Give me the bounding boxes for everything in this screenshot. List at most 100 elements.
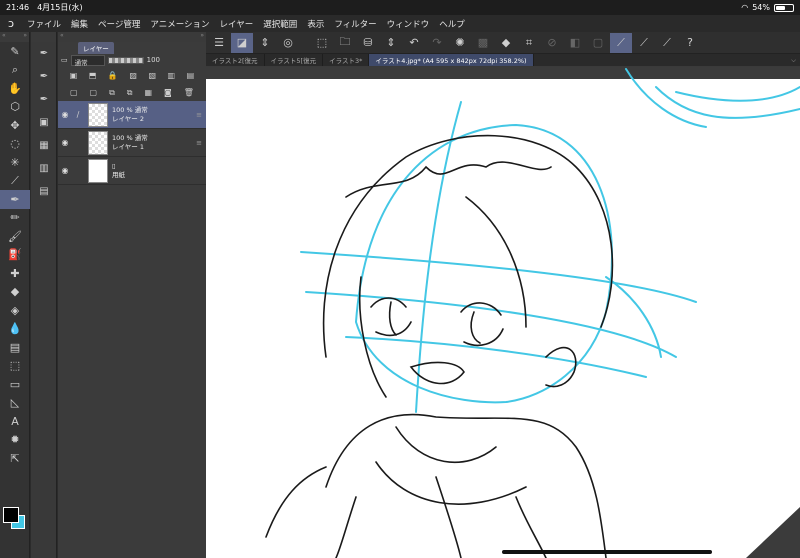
deselect-icon[interactable]: ⊘ bbox=[541, 33, 563, 53]
redo-icon[interactable]: ↷ bbox=[426, 33, 448, 53]
subtool-pen-c-icon[interactable]: ✒ bbox=[31, 88, 57, 111]
menu-page[interactable]: ページ管理 bbox=[93, 18, 145, 30]
doc-tab[interactable]: イラスト5[復元 bbox=[265, 54, 324, 66]
layer-color-icon[interactable]: ▭ bbox=[61, 56, 68, 64]
opacity-value[interactable]: 100 bbox=[147, 56, 160, 64]
balloon-icon[interactable]: ✹ bbox=[0, 431, 30, 450]
brush-icon[interactable]: 🖌 bbox=[0, 227, 30, 246]
frame-icon[interactable]: ⬚ bbox=[0, 357, 30, 376]
clip-icon[interactable]: ▣ bbox=[70, 71, 78, 80]
layer-row-1[interactable]: ◉ 100 % 通常 レイヤー 1 ≡ bbox=[58, 129, 206, 157]
menu-animation[interactable]: アニメーション bbox=[145, 18, 214, 30]
snap-ruler-icon[interactable]: ⟋ bbox=[633, 33, 655, 53]
undo-icon[interactable]: ↶ bbox=[403, 33, 425, 53]
help-icon[interactable]: ? bbox=[679, 33, 701, 53]
assets-icon[interactable]: ◎ bbox=[277, 33, 299, 53]
transfer-icon[interactable]: ⧉ bbox=[127, 88, 133, 98]
menu-layer[interactable]: レイヤー bbox=[215, 18, 259, 30]
layer-row-paper[interactable]: ◉ ▯ 用紙 bbox=[58, 157, 206, 185]
loading-icon[interactable]: ✺ bbox=[449, 33, 471, 53]
move-icon[interactable]: ✥ bbox=[0, 116, 30, 135]
lasso-icon[interactable]: ◌ bbox=[0, 135, 30, 154]
transform-icon[interactable]: ⌗ bbox=[518, 33, 540, 53]
menu-view[interactable]: 表示 bbox=[302, 18, 329, 30]
new-vector-icon[interactable]: ▢ bbox=[90, 88, 98, 97]
subtool-pen-a-icon[interactable]: ✒ bbox=[31, 42, 57, 65]
hamburger-menu-icon[interactable]: ☰ bbox=[208, 33, 230, 53]
text-icon[interactable]: A bbox=[0, 412, 30, 431]
drawing-canvas[interactable] bbox=[206, 67, 800, 558]
eyedropper-icon[interactable]: ⟋ bbox=[0, 172, 30, 191]
opacity-slider[interactable] bbox=[107, 56, 144, 64]
fill-icon[interactable]: ◈ bbox=[0, 301, 30, 320]
subtool-property-icon[interactable]: ▦ bbox=[31, 134, 57, 157]
drag-handle-icon[interactable]: ≡ bbox=[196, 111, 202, 119]
menu-help[interactable]: ヘルプ bbox=[434, 18, 470, 30]
layer-tab[interactable]: レイヤー bbox=[78, 41, 114, 54]
new-folder-icon[interactable]: ⧉ bbox=[109, 88, 115, 98]
gradient-icon[interactable]: ▤ bbox=[0, 338, 30, 357]
tab-dropdown-icon[interactable]: ⌵ bbox=[791, 56, 800, 65]
magic-wand-icon[interactable]: ✳ bbox=[0, 153, 30, 172]
menu-edit[interactable]: 編集 bbox=[66, 18, 93, 30]
visibility-eye-icon[interactable]: ◉ bbox=[58, 138, 72, 147]
airbrush-icon[interactable]: ⛽ bbox=[0, 246, 30, 265]
correct-line-icon[interactable]: ⇱ bbox=[0, 449, 30, 468]
doc-tab-active[interactable]: イラスト4.jpg* (A4 595 x 842px 72dpi 358.2%) bbox=[369, 54, 534, 66]
selection-border-icon[interactable]: ▢ bbox=[587, 33, 609, 53]
menu-file[interactable]: ファイル bbox=[22, 18, 66, 30]
mask-add-icon[interactable]: ◙ bbox=[164, 88, 172, 97]
lock-icon[interactable]: 🔒 bbox=[108, 71, 118, 80]
main-color-swatch[interactable] bbox=[3, 507, 19, 523]
new-file-icon[interactable]: ⬚ bbox=[311, 33, 333, 53]
zoom-icon[interactable]: ⌕ bbox=[0, 61, 30, 80]
drag-handle-icon[interactable]: ≡ bbox=[196, 139, 202, 147]
menu-selection[interactable]: 選択範囲 bbox=[258, 18, 302, 30]
trash-icon[interactable]: 🗑 bbox=[184, 88, 194, 97]
palette-color-icon[interactable]: ▤ bbox=[187, 71, 195, 80]
layer-row-2[interactable]: ◉ ∕ 100 % 通常 レイヤー 2 ≡ bbox=[58, 101, 206, 129]
battery-percent: 54% bbox=[752, 3, 770, 12]
blend-mode-select[interactable]: 通常 bbox=[70, 54, 105, 67]
visibility-eye-icon[interactable]: ◉ bbox=[58, 166, 72, 175]
lock-alpha-icon[interactable]: ▨ bbox=[129, 71, 137, 80]
sub-tool-palette: ✒ ✒ ✒ ▣ ▦ ▥ ▤ bbox=[31, 32, 57, 558]
color-swatches[interactable] bbox=[3, 507, 27, 531]
subtool-navigator-icon[interactable]: ▤ bbox=[31, 180, 57, 203]
hand-icon[interactable]: ✋ bbox=[0, 79, 30, 98]
subtool-brush-size-icon[interactable]: ▣ bbox=[31, 111, 57, 134]
new-raster-icon[interactable]: ▢ bbox=[70, 88, 78, 97]
doc-tab[interactable]: イラスト3* bbox=[323, 54, 370, 66]
save-icon[interactable]: ⛁ bbox=[357, 33, 379, 53]
swap-icon[interactable]: ⇕ bbox=[254, 33, 276, 53]
clear-icon[interactable]: ▩ bbox=[472, 33, 494, 53]
figure-icon[interactable]: ▭ bbox=[0, 375, 30, 394]
eraser-icon[interactable]: ◆ bbox=[0, 283, 30, 302]
mask-icon[interactable]: ▧ bbox=[148, 71, 156, 80]
subtool-pen-b-icon[interactable]: ✒ bbox=[31, 65, 57, 88]
pencil-icon[interactable]: ✏ bbox=[0, 209, 30, 228]
snap-grid-icon[interactable]: ⟋ bbox=[656, 33, 678, 53]
ruler-icon[interactable]: ◺ bbox=[0, 394, 30, 413]
open-folder-icon[interactable]: 🗀 bbox=[334, 33, 356, 53]
operation-icon[interactable]: ⬡ bbox=[0, 98, 30, 117]
decoration-icon[interactable]: ✚ bbox=[0, 264, 30, 283]
stabilizer-icon[interactable]: ⟋ bbox=[610, 32, 632, 53]
blend-icon[interactable]: 💧 bbox=[0, 320, 30, 339]
invert-selection-icon[interactable]: ◧ bbox=[564, 33, 586, 53]
pen-icon[interactable]: ✎ bbox=[0, 42, 30, 61]
visibility-eye-icon[interactable]: ◉ bbox=[58, 110, 72, 119]
merge-icon[interactable]: ▦ bbox=[144, 88, 152, 97]
more-arrows-icon[interactable]: ⇕ bbox=[380, 33, 402, 53]
reference-icon[interactable]: ⬒ bbox=[89, 71, 97, 80]
menu-filter[interactable]: フィルター bbox=[329, 18, 381, 30]
pen-tool-icon[interactable]: ✒ bbox=[0, 190, 30, 209]
draft-icon[interactable]: ▥ bbox=[168, 71, 176, 80]
menu-window[interactable]: ウィンドウ bbox=[382, 18, 435, 30]
new-canvas-icon[interactable]: ◪ bbox=[231, 32, 253, 53]
doc-tab[interactable]: イラスト2[復元 bbox=[206, 54, 265, 66]
fill-bucket-icon[interactable]: ◆ bbox=[495, 33, 517, 53]
subtool-detail-icon[interactable]: ▥ bbox=[31, 157, 57, 180]
sketch-artwork[interactable] bbox=[206, 67, 800, 558]
app-logo-icon[interactable]: ↄ bbox=[0, 15, 22, 32]
